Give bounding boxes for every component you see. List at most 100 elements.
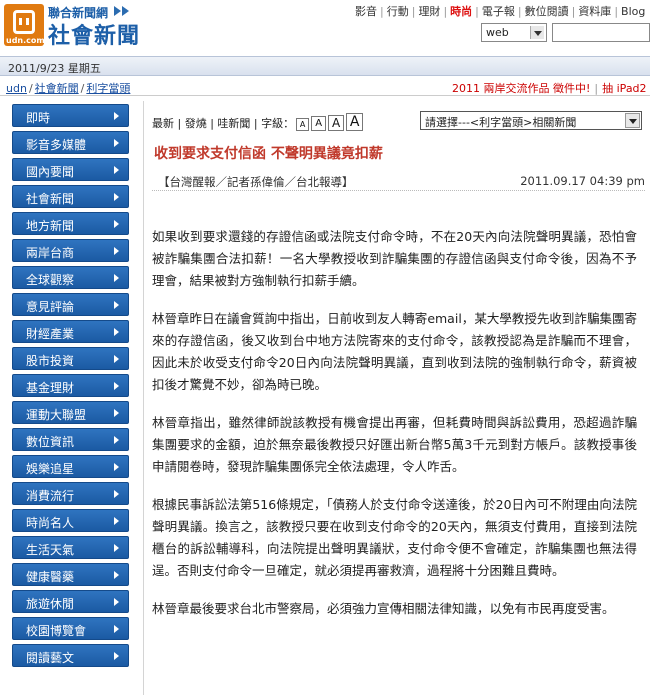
search-input[interactable] xyxy=(552,23,650,42)
sidebar-item-multimedia[interactable]: 影音多媒體 xyxy=(12,131,129,154)
toolbar-link-hot[interactable]: 發燒 xyxy=(185,117,207,130)
font-size-xsmall-button[interactable]: A xyxy=(296,118,310,131)
sidebar-item-stocks[interactable]: 股市投資 xyxy=(12,347,129,370)
topnav-item-video[interactable]: 影音 xyxy=(352,3,380,19)
current-date: 2011/9/23 星期五 xyxy=(8,62,101,75)
sidebar-item-label: 財經產業 xyxy=(26,327,75,341)
breadcrumb-separator: / xyxy=(28,82,33,95)
triangle-right-icon xyxy=(114,544,119,552)
breadcrumb-social-news[interactable]: 社會新聞 xyxy=(35,82,79,95)
sidebar-item-fashion[interactable]: 時尚名人 xyxy=(12,509,129,532)
promo-banner[interactable]: 2011 兩岸交流作品 徵件中! | 抽 iPad2 xyxy=(452,80,647,96)
article-timestamp: 2011.09.17 04:39 pm xyxy=(520,174,645,188)
sidebar-item-opinion[interactable]: 意見評論 xyxy=(12,293,129,316)
related-news-select[interactable]: 請選擇---<利字當頭>相關新聞 xyxy=(420,111,642,130)
sidebar-nav: 即時 影音多媒體 國內要聞 社會新聞 地方新聞 兩岸台商 全球觀察 意見評論 財… xyxy=(12,104,129,671)
sidebar-item-realtime[interactable]: 即時 xyxy=(12,104,129,127)
chevron-down-icon xyxy=(625,113,640,128)
chevron-down-icon xyxy=(530,26,544,39)
sidebar-item-label: 校園博覽會 xyxy=(26,624,87,638)
article-toolbar: 最新 | 發燒 | 哇新聞 | 字級： A A A A xyxy=(152,113,364,131)
triangle-right-icon xyxy=(114,571,119,579)
sidebar-item-label: 娛樂追星 xyxy=(26,462,75,476)
sidebar-item-global[interactable]: 全球觀察 xyxy=(12,266,129,289)
sidebar-item-life[interactable]: 生活天氣 xyxy=(12,536,129,559)
udn-logo[interactable]: udn.com xyxy=(4,4,45,46)
sidebar-item-label: 國內要聞 xyxy=(26,165,75,179)
toolbar-link-latest[interactable]: 最新 xyxy=(152,117,174,130)
article-meta: 【台灣醒報／記者孫偉倫／台北報導】 2011.09.17 04:39 pm xyxy=(152,169,645,191)
logo-text: udn.com xyxy=(6,36,45,45)
sidebar-item-sports[interactable]: 運動大聯盟 xyxy=(12,401,129,424)
font-size-large-button[interactable]: A xyxy=(346,113,364,131)
sidebar-item-health[interactable]: 健康醫藥 xyxy=(12,563,129,586)
triangle-right-icon xyxy=(114,625,119,633)
sidebar-item-campus[interactable]: 校園博覽會 xyxy=(12,617,129,640)
triangle-right-icon xyxy=(114,301,119,309)
date-bar: 2011/9/23 星期五 xyxy=(0,56,650,76)
triangle-right-icon xyxy=(114,652,119,660)
sidebar-item-label: 股市投資 xyxy=(26,354,75,368)
triangle-right-icon xyxy=(114,112,119,120)
toolbar-link-wow[interactable]: 哇新聞 xyxy=(217,117,250,130)
promo-text[interactable]: 2011 兩岸交流作品 徵件中! xyxy=(452,82,590,95)
sidebar-item-label: 地方新聞 xyxy=(26,219,75,233)
topnav-item-newsletter[interactable]: 電子報 xyxy=(479,3,518,19)
sidebar-item-travel[interactable]: 旅遊休閒 xyxy=(12,590,129,613)
sidebar-item-label: 消費流行 xyxy=(26,489,75,503)
triangle-right-icon xyxy=(114,139,119,147)
topnav-item-digital-reading[interactable]: 數位閱讀 xyxy=(522,3,572,19)
font-size-small-button[interactable]: A xyxy=(311,116,327,131)
article-paragraph: 林晉章昨日在議會質詢中指出，日前收到友人轉寄email，某大學教授先收到詐騙集團… xyxy=(152,311,637,392)
related-news-selected: 請選擇---<利字當頭>相關新聞 xyxy=(425,116,577,129)
search-scope-select[interactable]: web xyxy=(481,23,547,42)
sidebar-item-label: 兩岸台商 xyxy=(26,246,75,260)
article-paragraph: 林晉章指出，雖然律師說該教授有機會提出再審，但耗費時間與訴訟費用，恐超過詐騙集團… xyxy=(152,415,637,474)
sidebar-item-domestic[interactable]: 國內要聞 xyxy=(12,158,129,181)
article-paragraph: 如果收到要求還錢的存證信函或法院支付命令時，不在20天內向法院聲明異議，恐怕會被… xyxy=(152,229,637,288)
breadcrumb-home[interactable]: udn xyxy=(6,82,27,95)
sidebar-item-entertainment[interactable]: 娛樂追星 xyxy=(12,455,129,478)
topnav-item-finance[interactable]: 理財 xyxy=(415,3,443,19)
sidebar-item-label: 生活天氣 xyxy=(26,543,75,557)
sidebar-item-label: 運動大聯盟 xyxy=(26,408,87,422)
sidebar-item-label: 全球觀察 xyxy=(26,273,75,287)
promo-extra[interactable]: 抽 iPad2 xyxy=(602,82,646,95)
sidebar-item-cross-strait[interactable]: 兩岸台商 xyxy=(12,239,129,262)
power-plug-icon xyxy=(13,10,35,34)
sidebar-item-reading[interactable]: 閱讀藝文 xyxy=(12,644,129,667)
sidebar-item-funds[interactable]: 基金理財 xyxy=(12,374,129,397)
sidebar-item-label: 數位資訊 xyxy=(26,435,75,449)
font-size-medium-button[interactable]: A xyxy=(328,115,345,131)
sidebar-item-label: 閱讀藝文 xyxy=(26,651,75,665)
search-scope-value: web xyxy=(486,26,509,39)
topnav-item-database[interactable]: 資料庫 xyxy=(575,3,614,19)
sidebar-item-digital[interactable]: 數位資訊 xyxy=(12,428,129,451)
sidebar-item-industry[interactable]: 財經產業 xyxy=(12,320,129,343)
article-paragraph: 根據民事訴訟法第516條規定，「債務人於支付命令送達後，於20日內可不附理由向法… xyxy=(152,497,637,578)
section-title[interactable]: 社會新聞 xyxy=(48,18,140,50)
top-nav: 影音 | 行動 | 理財 | 時尚 | 電子報 | 數位閱讀 | 資料庫 | Blog xyxy=(352,3,648,19)
sidebar-item-label: 健康醫藥 xyxy=(26,570,75,584)
sidebar-item-label: 意見評論 xyxy=(26,300,75,314)
sidebar-item-label: 影音多媒體 xyxy=(26,138,87,152)
triangle-right-icon xyxy=(114,193,119,201)
sidebar-item-local[interactable]: 地方新聞 xyxy=(12,212,129,235)
triangle-right-icon xyxy=(114,166,119,174)
topnav-item-mobile[interactable]: 行動 xyxy=(384,3,412,19)
triangle-right-icon xyxy=(114,598,119,606)
triangle-right-icon xyxy=(114,382,119,390)
breadcrumb-bar: udn / 社會新聞 / 利字當頭 2011 兩岸交流作品 徵件中! | 抽 iPad2 xyxy=(0,77,650,96)
triangle-right-icon xyxy=(114,517,119,525)
article-panel: 最新 | 發燒 | 哇新聞 | 字級： A A A A 請選擇---<利字當頭>相關新聞… xyxy=(143,101,650,695)
triangle-right-icon xyxy=(114,355,119,363)
sidebar-item-social[interactable]: 社會新聞 xyxy=(12,185,129,208)
article-paragraph: 林晉章最後要求台北市警察局，必須強力宣傳相關法律知識，以免有市民再度受害。 xyxy=(152,601,615,616)
sidebar-item-label: 社會新聞 xyxy=(26,192,75,206)
breadcrumb-current[interactable]: 利字當頭 xyxy=(86,82,130,95)
topnav-item-fashion[interactable]: 時尚 xyxy=(447,3,475,19)
topnav-item-blog[interactable]: Blog xyxy=(618,5,648,18)
breadcrumb: udn / 社會新聞 / 利字當頭 xyxy=(6,80,130,96)
triangle-right-icon xyxy=(114,463,119,471)
sidebar-item-consumer[interactable]: 消費流行 xyxy=(12,482,129,505)
